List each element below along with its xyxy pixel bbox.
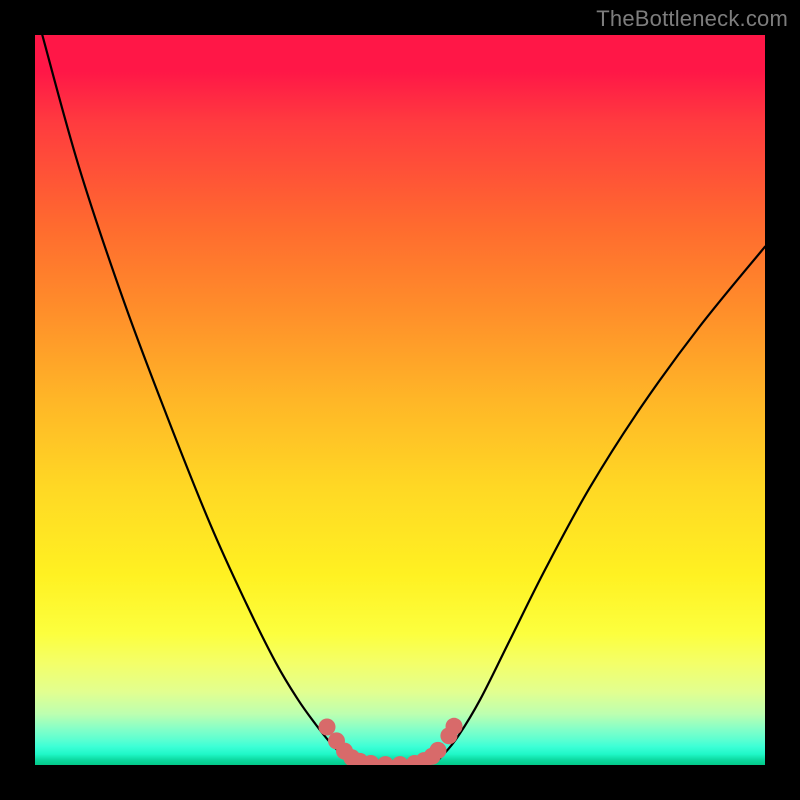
curve-marker [429,742,446,759]
bottleneck-curve [42,35,765,765]
curve-layer [35,35,765,765]
curve-marker [392,756,409,765]
curve-marker [319,719,336,736]
plot-area [35,35,765,765]
curve-marker [446,718,463,735]
curve-markers [319,718,463,765]
attribution-text: TheBottleneck.com [596,6,788,32]
chart-frame: TheBottleneck.com [0,0,800,800]
curve-marker [377,756,394,765]
